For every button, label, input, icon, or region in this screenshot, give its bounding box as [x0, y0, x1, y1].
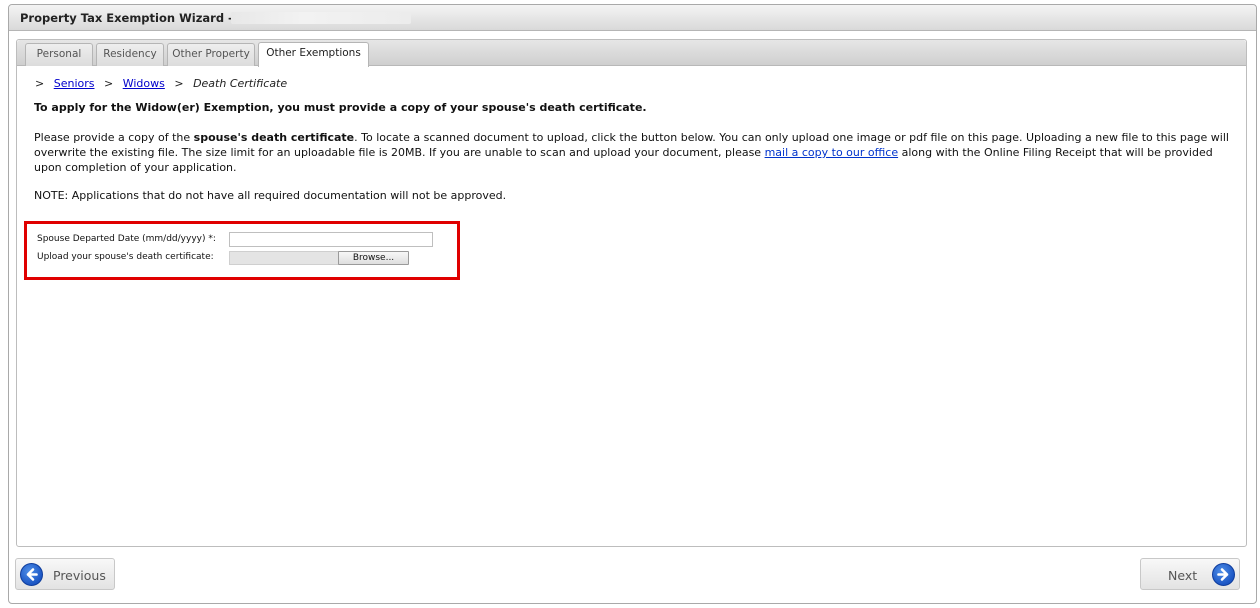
- breadcrumb-widows-link[interactable]: Widows: [123, 77, 165, 90]
- file-path-field[interactable]: [229, 251, 339, 265]
- title-bar: Property Tax Exemption Wizard -: [9, 5, 1256, 31]
- breadcrumb: > Seniors > Widows > Death Certificate: [35, 77, 287, 90]
- tab-personal[interactable]: Personal: [25, 43, 93, 66]
- upload-label: Upload your spouse's death certificate:: [37, 252, 214, 262]
- instructions-bold-text: spouse's death certificate: [193, 131, 355, 144]
- next-button[interactable]: Next: [1140, 558, 1240, 590]
- page-heading: To apply for the Widow(er) Exemption, yo…: [34, 101, 647, 114]
- wizard-window: Property Tax Exemption Wizard - Personal…: [8, 4, 1257, 604]
- breadcrumb-current: Death Certificate: [193, 77, 288, 90]
- instructions-text: Please provide a copy of the: [34, 131, 194, 144]
- arrow-left-icon: [20, 563, 43, 586]
- tab-residency[interactable]: Residency: [96, 43, 164, 66]
- window-title: Property Tax Exemption Wizard -: [20, 11, 233, 25]
- wizard-panel: Personal Residency Other Property Other …: [16, 39, 1247, 547]
- breadcrumb-separator: >: [35, 77, 45, 90]
- mail-copy-link[interactable]: mail a copy to our office: [765, 146, 899, 159]
- spouse-departed-date-input[interactable]: [229, 232, 433, 247]
- tab-other-exemptions[interactable]: Other Exemptions: [258, 42, 369, 67]
- upload-form-highlight: Spouse Departed Date (mm/dd/yyyy) *: Upl…: [24, 221, 460, 280]
- documentation-note: NOTE: Applications that do not have all …: [34, 189, 507, 202]
- browse-button[interactable]: Browse...: [338, 251, 409, 265]
- previous-label: Previous: [53, 568, 106, 583]
- breadcrumb-separator: >: [103, 77, 114, 90]
- tab-strip: Personal Residency Other Property Other …: [17, 40, 1246, 67]
- breadcrumb-seniors-link[interactable]: Seniors: [54, 77, 95, 90]
- title-redacted-area: [231, 12, 411, 24]
- previous-button[interactable]: Previous: [15, 558, 115, 590]
- next-label: Next: [1168, 568, 1198, 583]
- instructions-paragraph: Please provide a copy of the spouse's de…: [34, 130, 1234, 175]
- tab-other-property[interactable]: Other Property: [167, 43, 255, 66]
- arrow-right-icon: [1212, 563, 1235, 586]
- breadcrumb-separator: >: [174, 77, 184, 90]
- date-label: Spouse Departed Date (mm/dd/yyyy) *:: [37, 234, 216, 244]
